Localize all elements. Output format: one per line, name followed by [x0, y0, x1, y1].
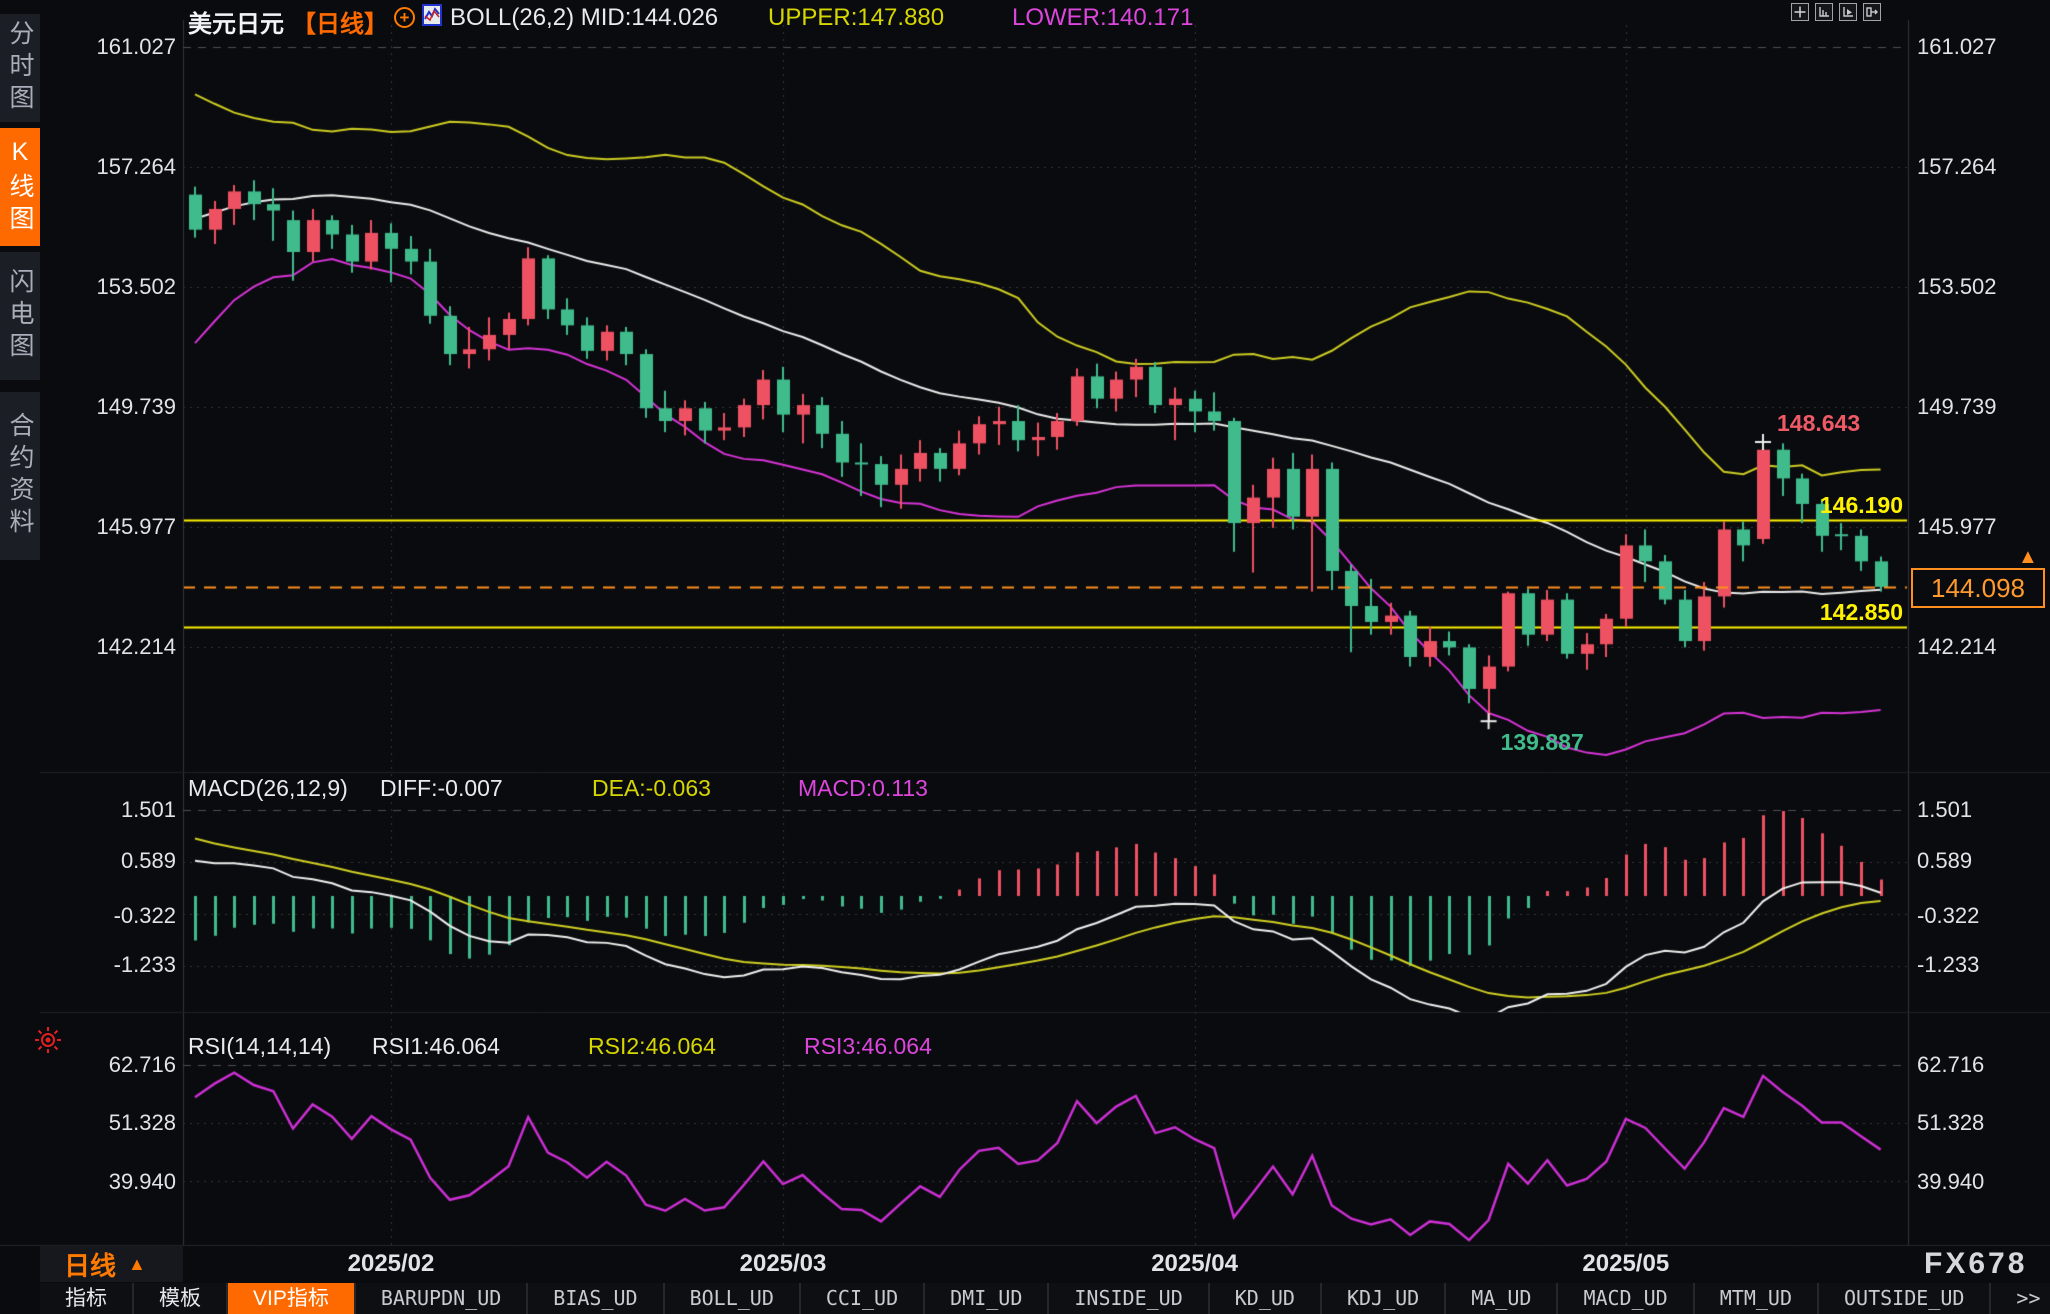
tab-vip-indicators[interactable]: VIP指标: [228, 1283, 356, 1314]
tab-cci-ud[interactable]: CCI_UD: [801, 1283, 925, 1314]
axis-tick: 145.977: [1917, 515, 1997, 539]
axis-tick: 1.501: [58, 798, 176, 822]
axis-tick: 0.589: [58, 849, 176, 873]
boll-upper-readout: UPPER:147.880: [768, 4, 944, 30]
rsi2-readout: RSI2:46.064: [588, 1033, 716, 1060]
axis-tick: 39.940: [1917, 1170, 1984, 1194]
axis-tick: -0.322: [58, 904, 176, 928]
tab-kdj-ud[interactable]: KDJ_UD: [1322, 1283, 1446, 1314]
axis-tick: 149.739: [58, 395, 176, 419]
tab-inside-ud[interactable]: INSIDE_UD: [1049, 1283, 1209, 1314]
axis-tick: 51.328: [1917, 1111, 1984, 1135]
last-price-tag: 144.098: [1911, 568, 2045, 608]
macd-dea-readout: DEA:-0.063: [592, 775, 711, 802]
add-indicator-icon[interactable]: +: [394, 7, 415, 28]
macd-diff-readout: DIFF:-0.007: [380, 775, 503, 802]
axis-tick: 62.716: [1917, 1053, 1984, 1077]
axis-tick: 145.977: [58, 515, 176, 539]
tab-boll-ud[interactable]: BOLL_UD: [665, 1283, 801, 1314]
axis-tick: 153.502: [1917, 275, 1997, 299]
pan-move-icon[interactable]: [1791, 3, 1809, 21]
tab-bias-ud[interactable]: BIAS_UD: [528, 1283, 664, 1314]
x-axis-month: 2025/03: [740, 1250, 827, 1278]
tab-templates[interactable]: 模板: [134, 1283, 228, 1314]
mini-chart-icon[interactable]: [422, 4, 442, 30]
rsi1-readout: RSI1:46.064: [372, 1033, 500, 1060]
swing-low-annotation: 139.887: [1501, 729, 1584, 756]
macd-hist-readout: MACD:0.113: [798, 775, 928, 802]
symbol-title: 美元日元: [188, 4, 284, 30]
tab-mtm-ud[interactable]: MTM_UD: [1695, 1283, 1819, 1314]
axis-tick: 0.589: [1917, 849, 1972, 873]
tab-ma-ud[interactable]: MA_UD: [1446, 1283, 1558, 1314]
price-up-arrow-icon: ▲: [2018, 546, 2038, 569]
axis-tick: 142.214: [1917, 635, 1997, 659]
axis-tick: 1.501: [1917, 798, 1972, 822]
x-axis-month: 2025/02: [348, 1250, 435, 1278]
tab-macd-ud[interactable]: MACD_UD: [1558, 1283, 1694, 1314]
support-level-label: 142.850: [1820, 599, 1903, 626]
x-axis-month: 2025/04: [1151, 1250, 1238, 1278]
boll-lower-readout: LOWER:140.171: [1012, 4, 1193, 30]
axis-tick: 157.264: [58, 155, 176, 179]
axis-tick: 157.264: [1917, 155, 1997, 179]
sidebar-item-time-chart[interactable]: 分时图: [0, 14, 40, 122]
tab-outside-ud[interactable]: OUTSIDE_UD: [1819, 1283, 1991, 1314]
indicator-tab-bar: 指标 模板 VIP指标 BARUPDN_UD BIAS_UD BOLL_UD C…: [40, 1283, 2050, 1314]
period-tag: 【日线】: [292, 4, 388, 30]
axis-tick: 51.328: [58, 1111, 176, 1135]
axis-tick: 142.214: [58, 635, 176, 659]
tab-kd-ud[interactable]: KD_UD: [1210, 1283, 1322, 1314]
resistance-level-label: 146.190: [1820, 492, 1903, 519]
tab-indicators[interactable]: 指标: [40, 1283, 134, 1314]
rsi-params: RSI(14,14,14): [188, 1033, 331, 1060]
sidebar-item-candle-chart[interactable]: K线图: [0, 128, 40, 246]
axis-tick: -1.233: [1917, 953, 1979, 977]
axis-tick: -1.233: [58, 953, 176, 977]
axis-play-icon[interactable]: [1839, 3, 1857, 21]
axis-tick: 153.502: [58, 275, 176, 299]
tab-more[interactable]: >>: [1991, 1283, 2050, 1314]
brand-watermark: FX678: [1924, 1247, 2027, 1281]
axis-tick: 161.027: [1917, 35, 1997, 59]
axis-tick: 161.027: [58, 35, 176, 59]
boll-mid-readout: BOLL(26,2) MID:144.026: [450, 4, 718, 30]
rsi3-readout: RSI3:46.064: [804, 1033, 932, 1060]
tab-dmi-ud[interactable]: DMI_UD: [925, 1283, 1049, 1314]
x-axis-month: 2025/05: [1582, 1250, 1669, 1278]
axis-tick: 39.940: [58, 1170, 176, 1194]
period-selector-label: 日线: [64, 1246, 116, 1283]
period-dropdown-icon: ▲: [128, 1254, 146, 1275]
macd-params: MACD(26,12,9): [188, 775, 348, 802]
tab-barupdn-ud[interactable]: BARUPDN_UD: [356, 1283, 528, 1314]
swing-high-annotation: 148.643: [1777, 410, 1860, 437]
chart-toolbar: [1791, 3, 1881, 21]
price-chart-canvas[interactable]: [0, 0, 2050, 1314]
sidebar-item-contract-info[interactable]: 合约资料: [0, 392, 40, 560]
axis-zoom-icon[interactable]: [1815, 3, 1833, 21]
trading-terminal-window: 分时图 K线图 闪电图 合约资料 美元日元 【日线】 + BOLL(26,2) …: [0, 0, 2050, 1314]
axis-shift-icon[interactable]: [1863, 3, 1881, 21]
axis-tick: 62.716: [58, 1053, 176, 1077]
axis-tick: -0.322: [1917, 904, 1979, 928]
sidebar-item-flash-chart[interactable]: 闪电图: [0, 252, 40, 380]
axis-tick: 149.739: [1917, 395, 1997, 419]
period-selector[interactable]: 日线 ▲: [40, 1246, 183, 1282]
